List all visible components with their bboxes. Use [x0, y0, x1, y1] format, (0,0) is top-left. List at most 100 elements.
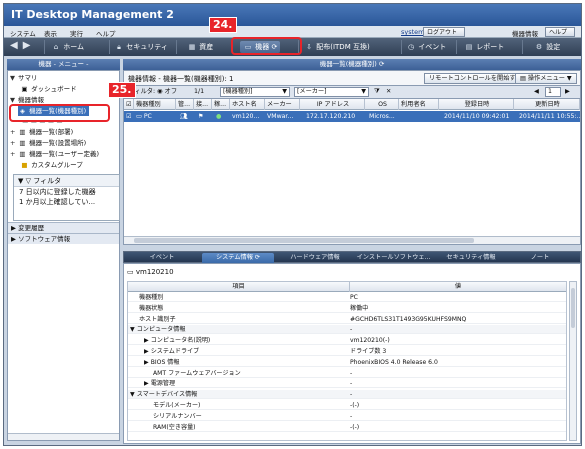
page-number[interactable]: 1	[545, 87, 561, 97]
property-row[interactable]: ▶ システムドライブ ドライブ数 3	[128, 347, 566, 356]
filter-clear-icon[interactable]: ✕	[386, 87, 391, 97]
select-all-checkbox[interactable]: ☑	[124, 99, 134, 110]
section-software-info[interactable]: ▶ ソフトウェア情報	[8, 233, 119, 244]
expand-icon[interactable]: ▶	[11, 235, 16, 243]
table-scrollbar[interactable]	[124, 236, 580, 244]
col-managed[interactable]: 管...	[176, 99, 194, 110]
filter-item[interactable]: 7 日以内に登録した機器	[14, 187, 119, 197]
tree-summary[interactable]: ▼ サマリ	[10, 73, 38, 83]
col-maker[interactable]: メーカー	[265, 99, 300, 110]
col-user[interactable]: 利用者名	[399, 99, 439, 110]
tab-notes[interactable]: ノート	[510, 253, 570, 263]
expand-icon[interactable]: +	[10, 149, 18, 159]
col-type[interactable]: 機器種別	[134, 99, 176, 110]
filter-toggle[interactable]: ◉ オフ	[157, 87, 177, 97]
row-checkbox[interactable]: ☑	[124, 111, 134, 122]
col-updated[interactable]: 更新日時	[514, 99, 580, 110]
property-key-label: ホスト識別子	[139, 315, 176, 323]
tree-custom-group[interactable]: ■ カスタムグループ	[20, 160, 82, 170]
expand-icon[interactable]: +	[10, 127, 18, 137]
nav-security[interactable]: 🔒︎ セキュリティ	[114, 41, 168, 53]
back-icon[interactable]: ◀	[10, 40, 18, 51]
col-os[interactable]: OS	[365, 99, 399, 110]
property-key: ▼ コンピュータ情報	[130, 325, 185, 334]
refresh-icon: ⟳	[254, 254, 261, 261]
nav-assets[interactable]: ▦ 資産	[187, 41, 214, 53]
property-row[interactable]: モデル(メーカー) -(-)	[128, 401, 566, 410]
property-row[interactable]: ▶ コンピュータ名(説明) vm120210(-)	[128, 336, 566, 346]
refresh-icon[interactable]: ⟳	[379, 60, 384, 68]
col-hostname[interactable]: ホスト名	[230, 99, 265, 110]
collapse-icon[interactable]: ▼	[130, 326, 135, 333]
property-row[interactable]: ホスト識別子 #GCHD6TLS31T1493G95KUHFS9MNQ	[128, 315, 566, 324]
property-value: PC	[350, 294, 358, 301]
col-status[interactable]: 稼...	[212, 99, 230, 110]
property-row[interactable]: 機器種別 PC	[128, 293, 566, 302]
forward-icon[interactable]: ▶	[23, 40, 31, 51]
menu-view[interactable]: 表示	[44, 28, 57, 38]
collapse-icon[interactable]: ▼	[18, 177, 23, 185]
highlight-device-list	[9, 104, 110, 122]
menu-run[interactable]: 実行	[70, 28, 83, 38]
property-row[interactable]: RAM(空き容量) -(-)	[128, 423, 566, 432]
tab-system-info[interactable]: システム情報 ⟳	[202, 253, 274, 263]
tab-security-info[interactable]: セキュリティ情報	[436, 253, 506, 263]
property-value: -	[350, 380, 353, 388]
help-button[interactable]: ヘルプ	[545, 27, 575, 37]
logout-button[interactable]: ログアウト	[423, 27, 465, 37]
cell-type: ▭ PC	[136, 113, 152, 120]
property-key-label: モデル(メーカー)	[153, 402, 201, 409]
prev-page-icon[interactable]: ◀	[534, 87, 539, 97]
property-row[interactable]: 機器状態 稼働中	[128, 304, 566, 313]
left-scrollbar[interactable]	[8, 433, 119, 440]
tree-device-list-dept[interactable]: + ▥ 機器一覧(部署)	[10, 127, 73, 137]
collapse-icon[interactable]: ▼	[130, 391, 135, 398]
property-row[interactable]: ▼ スマートデバイス情報 -	[128, 390, 566, 400]
expand-icon[interactable]: ▶	[144, 348, 149, 355]
expand-icon[interactable]: ▶	[144, 337, 149, 344]
type-dropdown[interactable]: [機器種別] ▼	[220, 87, 290, 97]
tab-installed-software[interactable]: インストールソフトウェ...	[356, 253, 431, 263]
operation-menu-button[interactable]: ▤ 操作メニュー ▼	[515, 73, 577, 84]
detail-scrollbar[interactable]	[569, 281, 577, 441]
property-key: 機器種別	[137, 293, 163, 302]
expand-icon[interactable]: ▶	[144, 380, 149, 387]
property-row[interactable]: ▶ 電源管理 -	[128, 379, 566, 389]
menu-system[interactable]: システム	[10, 28, 36, 38]
tab-events[interactable]: イベント	[132, 253, 192, 263]
col-registered[interactable]: 登録日時	[439, 99, 514, 110]
nav-distribution[interactable]: ⇩ 配布(ITDM 互換)	[304, 41, 370, 53]
tree-device-list-place[interactable]: + ▥ 機器一覧(設置場所)	[10, 138, 86, 148]
col-ip[interactable]: IP アドレス	[300, 99, 365, 110]
filter-header[interactable]: ▼ ▽ フィルタ	[14, 175, 119, 187]
property-row[interactable]: AMT ファームウェアバージョン -	[128, 369, 566, 378]
property-row[interactable]: ▼ コンピュータ情報 -	[128, 325, 566, 335]
expand-icon[interactable]: ▶	[11, 224, 16, 232]
nav-events[interactable]: ◷ イベント	[406, 41, 446, 53]
property-row[interactable]: シリアルナンバー -	[128, 412, 566, 421]
property-value: PhoenixBIOS 4.0 Release 6.0	[350, 358, 438, 366]
nav-reports[interactable]: ▤ レポート	[464, 41, 505, 53]
collapse-icon[interactable]: ▼	[10, 73, 18, 83]
section-change-history[interactable]: ▶ 変更履歴	[8, 222, 119, 233]
user-name[interactable]: system	[401, 28, 425, 36]
property-value: ドライブ数 3	[350, 348, 387, 355]
maker-dropdown[interactable]: [メーカー] ▼	[294, 87, 369, 97]
detail-panel: ▭ vm120210 項目 値 機器種別 PC 機器状態 稼働中 ホスト識別子 #GCHD…	[123, 263, 581, 444]
tree-device-list-user[interactable]: + ▥ 機器一覧(ユーザー定義)	[10, 149, 99, 159]
expand-icon[interactable]: +	[10, 138, 18, 148]
expand-icon[interactable]: ▶	[144, 359, 149, 366]
tab-hardware-info[interactable]: ハードウェア情報	[279, 253, 351, 263]
nav-home[interactable]: ⌂ ホーム	[51, 41, 84, 53]
tree-dashboard[interactable]: ▣ ダッシュボード	[20, 84, 76, 94]
left-panel: ▼ サマリ ▣ ダッシュボード ▼ 機器情報 ◈ 機器一覧(機器種別) ー ー ー …	[7, 70, 120, 441]
remote-control-button[interactable]: リモートコントロールを開始する	[424, 73, 527, 84]
table-row[interactable]: ☑ ▭ PC 👥︎ ⚑ ● vm120... VMwar... 172.17.1…	[124, 111, 580, 122]
property-row[interactable]: ▶ BIOS 情報 PhoenixBIOS 4.0 Release 6.0	[128, 358, 566, 367]
nav-settings[interactable]: ⚙ 設定	[534, 41, 560, 53]
next-page-icon[interactable]: ▶	[565, 87, 570, 97]
filter-apply-icon[interactable]: ⧩	[374, 87, 380, 97]
filter-item[interactable]: 1 か月以上確認してい...	[14, 197, 119, 207]
col-connection[interactable]: 接...	[194, 99, 212, 110]
menu-help[interactable]: ヘルプ	[96, 28, 116, 38]
